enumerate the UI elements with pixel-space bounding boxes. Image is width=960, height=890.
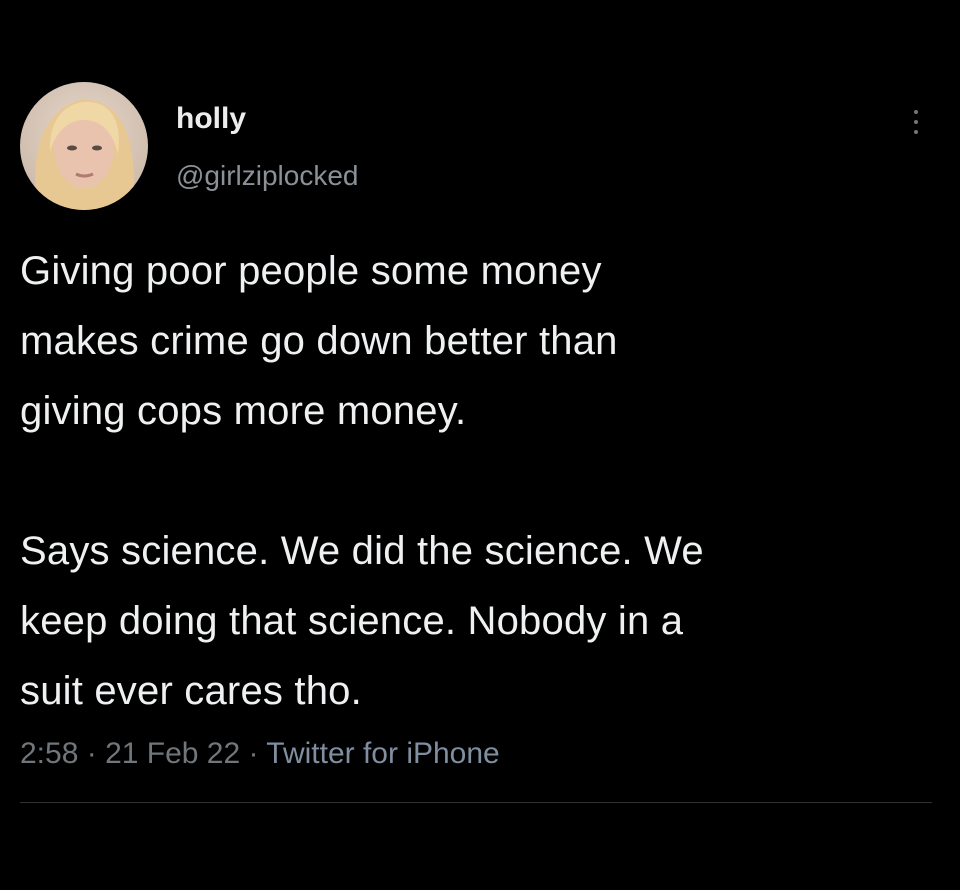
tweet-metadata: 2:58 · 21 Feb 22 · Twitter for iPhone	[20, 734, 500, 774]
meta-separator: ·	[240, 737, 267, 770]
tweet-card: holly @girlziplocked Giving poor people …	[0, 0, 960, 890]
tweet-source[interactable]: Twitter for iPhone	[266, 737, 499, 770]
avatar-photo	[20, 82, 148, 210]
more-dot	[914, 130, 918, 134]
tweet-body: Giving poor people some money makes crim…	[20, 236, 940, 726]
more-dot	[914, 110, 918, 114]
more-dot	[914, 120, 918, 124]
more-vertical-icon[interactable]	[896, 100, 936, 144]
tweet-time[interactable]: 2:58	[20, 737, 78, 770]
avatar[interactable]	[20, 82, 148, 210]
display-name[interactable]: holly	[176, 100, 246, 138]
user-handle[interactable]: @girlziplocked	[176, 158, 359, 194]
tweet-paragraph: Says science. We did the science. We kee…	[20, 529, 704, 713]
tweet-date[interactable]: 21 Feb 22	[105, 737, 240, 770]
divider	[20, 802, 932, 803]
tweet-paragraph: Giving poor people some money makes crim…	[20, 249, 618, 433]
meta-separator: ·	[78, 737, 106, 770]
